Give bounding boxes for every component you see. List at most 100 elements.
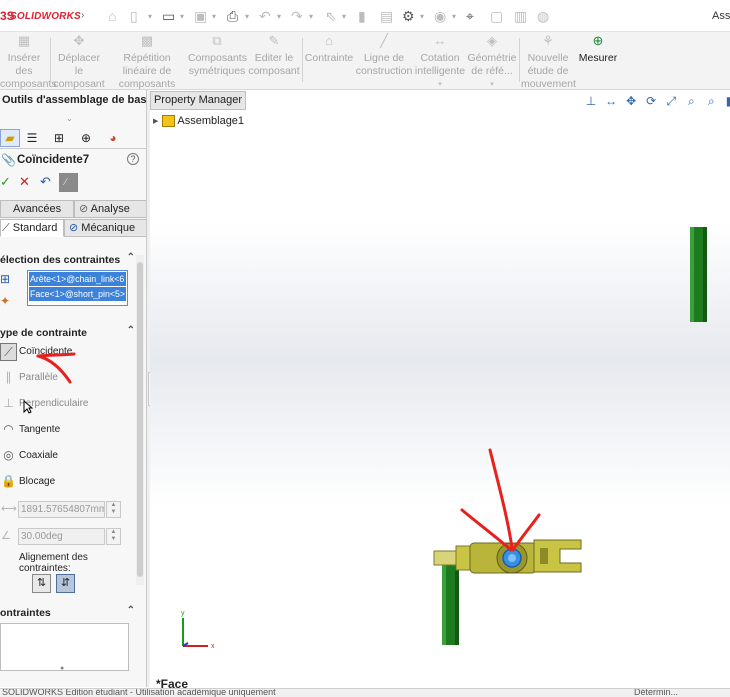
measure-button[interactable]: ⊕ Mesurer [576, 32, 620, 90]
aligned-icon: ⇅ [36, 577, 47, 589]
standard-icon: ⟋ [2, 222, 10, 234]
globe-icon[interactable]: ◍ [537, 8, 549, 24]
save-dropdown-icon[interactable]: ▾ [212, 12, 216, 21]
mate-icon: ⌂ [325, 33, 333, 48]
mates-section-title: ontraintes [0, 607, 51, 619]
smart-dimension-label: Cotation intelligente [414, 52, 466, 77]
coincident-icon: ⟋ [0, 343, 17, 361]
undo-dropdown-icon[interactable]: ▾ [277, 12, 281, 21]
open-folder-icon[interactable]: ▭ [162, 8, 175, 24]
selection-item[interactable]: Arête<1>@chain_link<6 [29, 272, 126, 286]
graphics-area[interactable]: Property Manager ▶ Assemblage1 ⊥ ↔ ✥ ⟳ ⤢ … [150, 90, 730, 688]
model-canvas[interactable]: y x [150, 90, 730, 688]
configuration-manager-tab[interactable]: ⊞ [49, 129, 69, 147]
aligned-button[interactable]: ⇅ [32, 574, 51, 593]
window-icon[interactable]: ▢ [490, 8, 503, 24]
redo-icon[interactable]: ↷ [291, 8, 303, 24]
mirror-components-button[interactable]: ⧉ Composants symétriques [188, 32, 247, 90]
open-dropdown-icon[interactable]: ▾ [180, 12, 184, 21]
distance-input[interactable]: 1891.57654807mm [18, 501, 105, 518]
mate-selection-list[interactable]: Arête<1>@chain_link<6 Face<1>@short_pin<… [27, 270, 128, 306]
move-component-button[interactable]: ✥ Déplacer le composant ▾ [53, 32, 105, 101]
gear-icon[interactable]: ⚙ [402, 8, 415, 24]
mate-type-tabs: Avancées ⊘ Analyse ⟋ Standard ⊘ Mécaniqu… [0, 200, 146, 238]
property-list-icon: ☰ [26, 131, 38, 145]
mate-perpendicular[interactable]: ⊥ Perpendiculaire [0, 395, 140, 417]
save-icon[interactable]: ▣ [194, 8, 207, 24]
rebuild-icon[interactable]: ▮ [358, 8, 366, 24]
construction-line-button[interactable]: ╱ Ligne de construction [355, 32, 413, 90]
tab-mechanical[interactable]: ⊘ Mécanique [64, 219, 146, 237]
selection-section-header[interactable]: élection des contraintes ⌃ [0, 252, 135, 270]
multi-mate-icon[interactable]: ✦ [0, 294, 16, 310]
edit-component-button[interactable]: ✎ Editer le composant [248, 32, 300, 90]
chevron-right-icon[interactable]: › [81, 10, 89, 22]
angle-spinner[interactable]: ▲ ▼ [106, 528, 121, 545]
distance-icon: ⟷ [1, 503, 17, 515]
pushpin-button[interactable]: ⁄ [59, 173, 78, 192]
anti-aligned-button[interactable]: ⇵ [56, 574, 75, 593]
svg-text:y: y [181, 610, 185, 617]
mate-concentric[interactable]: ◎ Coaxiale [0, 447, 140, 469]
dimxpert-tab[interactable]: ⊕ [76, 129, 96, 147]
select-dropdown-icon[interactable]: ▾ [342, 12, 346, 21]
file-properties-icon[interactable]: ▤ [380, 8, 393, 24]
ok-checkmark-icon[interactable]: ✓ [0, 173, 11, 191]
motion-study-button[interactable]: ⚘ Nouvelle étude de mouvement [521, 32, 576, 90]
motion-study-label: Nouvelle étude de mouvement [521, 52, 576, 90]
mate-type-section-header[interactable]: ype de contrainte ⌃ [0, 325, 135, 343]
motion-study-icon: ⚘ [542, 33, 554, 48]
new-dropdown-icon[interactable]: ▾ [148, 12, 152, 21]
help-icon[interactable]: ? [127, 153, 139, 165]
redo-dropdown-icon[interactable]: ▾ [309, 12, 313, 21]
insert-components-button[interactable]: ▦ Insérer des composants [0, 32, 57, 90]
print-icon[interactable]: ⎙ [227, 8, 238, 24]
feature-manager-tab[interactable]: ▰ [0, 129, 20, 147]
appearance-dropdown-icon[interactable]: ▾ [452, 12, 456, 21]
svg-text:x: x [211, 643, 215, 650]
chevron-up-icon[interactable]: ⌃ [127, 325, 135, 336]
tall-pin-part[interactable] [690, 227, 707, 322]
chevron-up-icon[interactable]: ⌃ [127, 252, 135, 263]
lock-icon: 🔒 [1, 474, 16, 488]
undo-mate-icon[interactable]: ↶ [40, 173, 51, 191]
panel-scroll-thumb[interactable] [137, 262, 143, 577]
chevron-up-icon[interactable]: ⌃ [127, 605, 135, 616]
new-document-icon[interactable]: ▯ [130, 8, 138, 24]
options-dropdown-icon[interactable]: ▾ [420, 12, 424, 21]
print-dropdown-icon[interactable]: ▾ [245, 12, 249, 21]
appearance-icon[interactable]: ◉ [434, 8, 446, 24]
mate-tangent[interactable]: ◠ Tangente [0, 421, 140, 443]
selection-item[interactable]: Face<1>@short_pin<5> [29, 287, 126, 301]
undo-icon[interactable]: ↶ [259, 8, 271, 24]
reference-geometry-button[interactable]: ◈ Géométrie de réfé... ▾ [467, 32, 517, 90]
tab-advanced[interactable]: Avancées [0, 200, 74, 218]
display-manager-tab[interactable]: ◕ [103, 129, 123, 147]
panel-grip[interactable]: ⌄ [66, 114, 73, 123]
tab-standard[interactable]: ⟋ Standard [0, 219, 64, 237]
distance-spinner[interactable]: ▲ ▼ [106, 501, 121, 518]
property-manager-tab[interactable]: ☰ [22, 129, 42, 147]
concentric-icon: ◎ [3, 448, 14, 462]
linear-pattern-button[interactable]: ▩ Répétition linéaire de composants ▾ [107, 32, 187, 101]
mate-lock[interactable]: 🔒 Blocage [0, 473, 140, 495]
chain-link-part[interactable] [433, 539, 582, 574]
tangent-icon: ◠ [3, 422, 14, 436]
solidworks-logo[interactable]: 3S SOLIDWORKS [0, 9, 81, 25]
panel-title: Outils d'assemblage de base [2, 94, 147, 106]
measure-tool-icon[interactable]: ⌖ [466, 8, 474, 24]
command-manager: ▦ Insérer des composants ✥ Déplacer le c… [0, 32, 730, 101]
mate-button[interactable]: ⌂ Contrainte [304, 32, 354, 90]
select-cursor-icon[interactable]: ⇖ [325, 8, 337, 24]
action-buttons: ✓ ✕ ↶ ⁄ [0, 173, 146, 193]
display-icon[interactable]: ▥ [514, 8, 527, 24]
home-icon[interactable]: ⌂ [108, 8, 116, 24]
toolbar-divider [50, 38, 51, 82]
mates-list-box[interactable] [0, 623, 129, 671]
mates-section-header[interactable]: ontraintes ⌃ [0, 605, 135, 623]
cancel-x-icon[interactable]: ✕ [19, 173, 30, 191]
resize-grip-icon[interactable]: ● [60, 665, 64, 672]
smart-dimension-button[interactable]: ↔ Cotation intelligente ▾ [414, 32, 466, 90]
angle-input[interactable]: 30.00deg [18, 528, 105, 545]
tab-analysis[interactable]: ⊘ Analyse [74, 200, 146, 218]
